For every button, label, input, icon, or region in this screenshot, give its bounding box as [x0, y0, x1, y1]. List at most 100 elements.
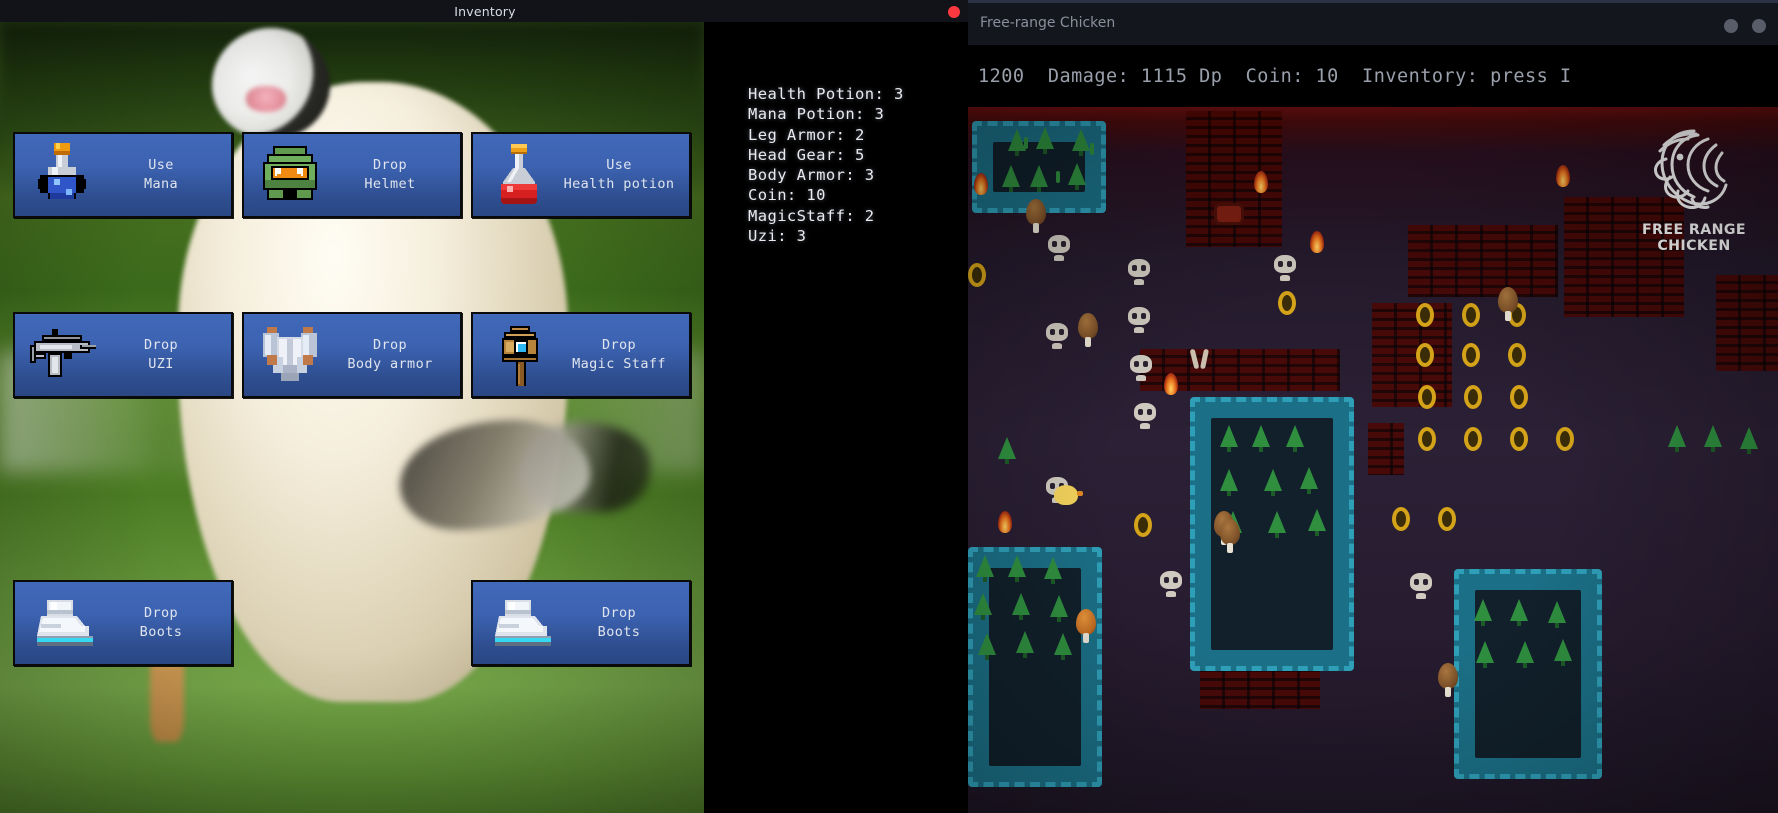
flame-sprite: [998, 511, 1012, 533]
tree-sprite: [1030, 165, 1048, 192]
inventory-body: Use Mana Drop Helmet Use Health potion D…: [0, 22, 970, 813]
tree-sprite: [1268, 511, 1286, 538]
flame-sprite: [1254, 171, 1268, 193]
water-enclosure: [968, 547, 1102, 787]
coin-sprite: [1438, 507, 1456, 531]
inventory-button-label: Drop Boots: [597, 605, 641, 640]
inventory-button-use-health-potion[interactable]: Use Health potion: [471, 132, 691, 218]
skull-enemy-sprite: [1130, 355, 1152, 373]
tree-sprite: [1554, 639, 1572, 666]
skull-enemy-sprite: [1128, 259, 1150, 277]
stat-leg-armor: Leg Armor: 2: [748, 125, 865, 144]
skull-enemy-sprite: [1160, 571, 1182, 589]
tree-sprite: [1668, 425, 1686, 452]
helmet-icon: [252, 137, 328, 213]
brick-wall: [1716, 275, 1778, 371]
inventory-button-drop-uzi[interactable]: Drop UZI: [13, 312, 233, 398]
tree-sprite: [998, 437, 1016, 464]
inventory-button-label: Use Mana: [143, 157, 179, 192]
coin-sprite: [1510, 427, 1528, 451]
grass-sprite: [1090, 143, 1094, 155]
tree-sprite: [1044, 557, 1062, 584]
tree-sprite: [978, 633, 996, 660]
brick-wall: [1408, 225, 1558, 297]
coin-sprite: [1392, 507, 1410, 531]
coin-sprite: [1462, 343, 1480, 367]
drumstick-item-sprite: [1220, 519, 1240, 553]
drumstick-item-sprite: [1438, 663, 1458, 697]
coin-sprite: [1510, 385, 1528, 409]
drumstick-item-sprite: [1498, 287, 1518, 321]
coin-sprite: [1416, 343, 1434, 367]
coin-sprite: [1418, 385, 1436, 409]
tree-sprite: [1548, 601, 1566, 628]
tree-sprite: [1510, 599, 1528, 626]
minimize-icon[interactable]: [1724, 19, 1738, 33]
tree-sprite: [976, 555, 994, 582]
inventory-button-drop-boots-2[interactable]: Drop Boots: [471, 580, 691, 666]
tree-sprite: [1012, 593, 1030, 620]
stat-body-armor: Body Armor: 3: [748, 166, 875, 185]
maximize-icon[interactable]: [1752, 19, 1766, 33]
skull-enemy-sprite: [1134, 403, 1156, 421]
inventory-button-drop-magic-staff[interactable]: Drop Magic Staff: [471, 312, 691, 398]
water-enclosure: [1190, 397, 1354, 671]
coin-sprite: [1416, 303, 1434, 327]
game-viewport[interactable]: FREE RANGE CHICKEN: [968, 107, 1778, 813]
coin-sprite: [1556, 427, 1574, 451]
brick-wall: [1564, 197, 1684, 317]
inventory-button-use-mana[interactable]: Use Mana: [13, 132, 233, 218]
inventory-button-label: Use Health potion: [563, 157, 675, 192]
flame-sprite: [1164, 373, 1178, 395]
coin-sprite: [1464, 427, 1482, 451]
tree-sprite: [1474, 599, 1492, 626]
drumstick-item-sprite: [1026, 199, 1046, 233]
hud-status-text: 1200 Damage: 1115 Dp Coin: 10 Inventory:…: [978, 65, 1572, 87]
inventory-button-drop-helmet[interactable]: Drop Helmet: [242, 132, 462, 218]
inventory-button-drop-boots-1[interactable]: Drop Boots: [13, 580, 233, 666]
screen: Inventory Use Mana Drop Helmet Use Healt…: [0, 0, 1778, 813]
tree-sprite: [1002, 165, 1020, 192]
tree-sprite: [1072, 129, 1090, 156]
tree-sprite: [1264, 469, 1282, 496]
inventory-button-drop-body-armor[interactable]: Drop Body armor: [242, 312, 462, 398]
boots-icon: [23, 585, 99, 661]
stat-coin: Coin: 10: [748, 186, 826, 205]
coin-sprite: [1134, 513, 1152, 537]
tree-sprite: [1050, 595, 1068, 622]
tree-sprite: [1308, 509, 1326, 536]
tree-sprite: [1220, 425, 1238, 452]
tree-sprite: [1016, 631, 1034, 658]
stat-magic-staff: MagicStaff: 2: [748, 206, 875, 225]
flame-sprite: [974, 173, 988, 195]
tree-sprite: [1286, 425, 1304, 452]
tree-sprite: [1704, 425, 1722, 452]
body-armor-icon: [252, 317, 328, 393]
coin-sprite: [968, 263, 986, 287]
stat-uzi: Uzi: 3: [748, 227, 807, 246]
stat-health-potion: Health Potion: 3: [748, 85, 904, 103]
tree-sprite: [1068, 163, 1086, 190]
stat-mana-potion: Mana Potion: 3: [748, 105, 885, 124]
game-window-title: Free-range Chicken: [980, 15, 1116, 31]
drumstick-item-sprite: [1076, 609, 1096, 643]
inventory-window: Inventory Use Mana Drop Helmet Use Healt…: [0, 0, 970, 813]
tree-sprite: [1516, 641, 1534, 668]
coin-sprite: [1464, 385, 1482, 409]
skull-enemy-sprite: [1046, 323, 1068, 341]
tree-sprite: [1740, 427, 1758, 454]
inventory-button-label: Drop Body armor: [347, 337, 433, 372]
tree-sprite: [1476, 641, 1494, 668]
game-hud: 1200 Damage: 1115 Dp Coin: 10 Inventory:…: [968, 45, 1778, 107]
tree-sprite: [1220, 469, 1238, 496]
game-titlebar[interactable]: Free-range Chicken: [968, 3, 1778, 45]
uzi-icon: [23, 317, 99, 393]
mana-potion-icon: [23, 137, 99, 213]
skull-enemy-sprite: [1048, 235, 1070, 253]
tree-sprite: [974, 593, 992, 620]
close-icon[interactable]: [948, 6, 960, 18]
health-potion-icon: [481, 137, 557, 213]
skull-enemy-sprite: [1410, 573, 1432, 591]
magic-staff-icon: [481, 317, 557, 393]
stat-head-gear: Head Gear: 5: [748, 145, 865, 164]
